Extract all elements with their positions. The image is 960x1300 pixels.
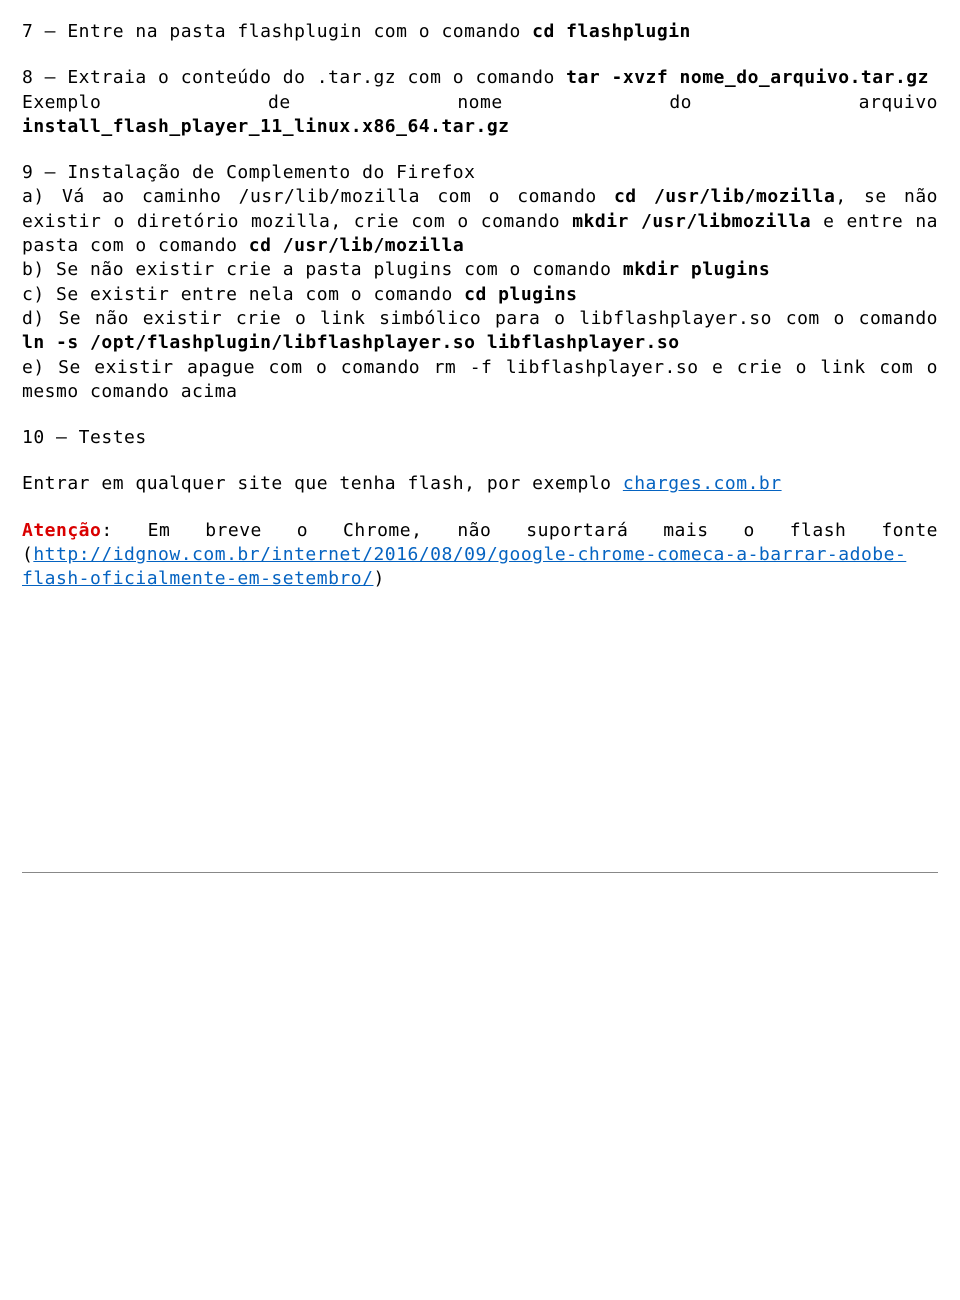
attention-close: ) xyxy=(373,568,384,589)
step-7: 7 – Entre na pasta flashplugin com o com… xyxy=(22,20,938,44)
step-8-example-filename: install_flash_player_11_linux.x86_64.tar… xyxy=(22,116,510,137)
step-8-line1-text: 8 – Extraia o conteúdo do .tar.gz com o … xyxy=(22,67,566,88)
step-10: 10 – Testes xyxy=(22,426,938,450)
link-charges[interactable]: charges.com.br xyxy=(623,473,782,494)
step-8-line2: Exemplo de nome do arquivo xyxy=(22,91,938,115)
step-9a-cmd-1: cd /usr/lib/mozilla xyxy=(614,186,835,207)
step-9: 9 – Instalação de Complemento do Firefox… xyxy=(22,161,938,404)
step-8: 8 – Extraia o conteúdo do .tar.gz com o … xyxy=(22,66,938,139)
attention-label: Atenção xyxy=(22,520,101,541)
step-9a-text-1: a) Vá ao caminho /usr/lib/mozilla com o … xyxy=(22,186,614,207)
link-idgnow[interactable]: http://idgnow.com.br/internet/2016/08/09… xyxy=(22,544,906,589)
step-9a-cmd-2: mkdir /usr/libmozilla xyxy=(572,211,811,232)
step-9e-text: e) Se existir apague com o comando rm -f… xyxy=(22,357,938,402)
tests-paragraph: Entrar em qualquer site que tenha flash,… xyxy=(22,472,938,496)
tests-text: Entrar em qualquer site que tenha flash,… xyxy=(22,473,623,494)
step-9a-cmd-3: cd /usr/lib/mozilla xyxy=(249,235,464,256)
step-9d-cmd: ln -s /opt/flashplugin/libflashplayer.so… xyxy=(22,332,680,353)
footer-rule xyxy=(22,872,938,873)
step-7-text: 7 – Entre na pasta flashplugin com o com… xyxy=(22,21,532,42)
step-9c-cmd: cd plugins xyxy=(464,284,577,305)
step-9-title: 9 – Instalação de Complemento do Firefox xyxy=(22,162,475,183)
step-10-title: 10 – Testes xyxy=(22,427,147,448)
step-9b-text: b) Se não existir crie a pasta plugins c… xyxy=(22,259,623,280)
step-9b-cmd: mkdir plugins xyxy=(623,259,770,280)
step-9c-text: c) Se existir entre nela com o comando xyxy=(22,284,464,305)
attention-paragraph: Atenção: Em breve o Chrome, não suportar… xyxy=(22,519,938,592)
step-7-command: cd flashplugin xyxy=(532,21,691,42)
step-8-command: tar -xvzf nome_do_arquivo.tar.gz xyxy=(566,67,929,88)
step-9d-text: d) Se não existir crie o link simbólico … xyxy=(22,308,938,329)
